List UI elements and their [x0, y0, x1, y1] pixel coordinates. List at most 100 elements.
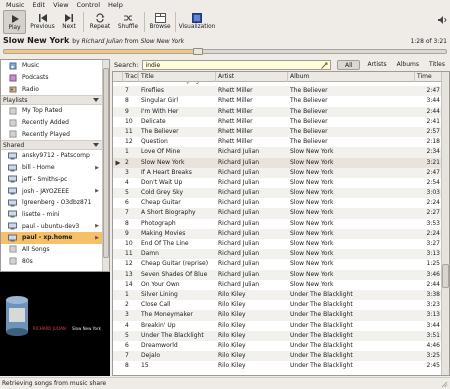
shared-item[interactable]: ansky9712 - Patscomp	[1, 150, 103, 162]
table-row[interactable]: 10 End Of The Line Richard Julian Slow New …	[113, 239, 442, 249]
track-artist: Rilo Kiley	[218, 331, 246, 339]
table-row[interactable]: 12 Question Rhett Miller The Believer 2:18	[113, 137, 442, 147]
table-row[interactable]: 12 Cheap Guitar (reprise) Richard Julian Sl…	[113, 259, 442, 269]
repeat-button[interactable]: Repeat	[88, 10, 112, 34]
playlists-item[interactable]: My Top Rated	[1, 105, 103, 117]
track-list-scroll-thumb[interactable]	[442, 264, 449, 288]
column-header-track[interactable]: Track	[123, 72, 139, 82]
table-row[interactable]: 6 Dreamworld Rilo Kiley Under The Blackligh…	[113, 341, 442, 351]
shared-item[interactable]: 80s	[1, 255, 103, 267]
column-header-album[interactable]: Album	[288, 72, 415, 82]
track-artist: Rhett Miller	[218, 87, 253, 95]
collapse-icon[interactable]	[93, 143, 99, 150]
column-header-title[interactable]: Title	[139, 72, 216, 82]
playlists-header[interactable]: Playlists	[1, 95, 103, 106]
filter-titles[interactable]: Titles	[424, 60, 450, 70]
share-icon	[8, 234, 17, 242]
expand-arrow-icon[interactable]: ▶	[95, 165, 99, 171]
track-album: Under The Blacklight	[290, 331, 353, 339]
table-row[interactable]: 8 Photograph Richard Julian Slow New York 3:…	[113, 219, 442, 229]
collapse-icon[interactable]	[93, 98, 99, 105]
table-row[interactable]: 7 Fireflies Rhett Miller The Believer 2:47	[113, 86, 442, 97]
table-row[interactable]: 14 On Your Own Richard Julian Slow New York…	[113, 280, 442, 290]
playlists-item[interactable]: Recently Played	[1, 128, 103, 140]
library-item[interactable]: Music	[1, 60, 103, 72]
now-playing-subtitle: by Richard Julian from Slow New York	[72, 38, 184, 45]
table-row[interactable]: 9 Making Movies Richard Julian Slow New Yor…	[113, 228, 442, 239]
library-item[interactable]: Podcasts	[1, 72, 103, 84]
menu-view[interactable]: View	[49, 0, 72, 10]
seek-bar[interactable]	[3, 48, 447, 55]
column-header-playing[interactable]	[113, 72, 123, 82]
column-header-time[interactable]: Time	[415, 72, 442, 82]
track-artist: Richard Julian	[218, 209, 260, 217]
table-row[interactable]: 2 Slow New York Richard Julian Slow New Yor…	[113, 157, 442, 168]
table-row[interactable]: 7 A Short Biography Richard Julian Slow New…	[113, 208, 442, 219]
table-row[interactable]: 8 15 Rilo Kiley Under The Blacklight 2:45	[113, 361, 442, 371]
playing-cell	[113, 198, 123, 208]
library-item[interactable]: Radio	[1, 83, 103, 95]
menu-help[interactable]: Help	[104, 0, 127, 10]
next-button[interactable]: Next	[59, 10, 79, 34]
track-album: Slow New York	[290, 199, 334, 207]
shared-item[interactable]: bill - Home ▶	[1, 162, 103, 174]
track-number: 8	[125, 97, 129, 105]
resize-grip-icon[interactable]	[440, 380, 448, 388]
expand-arrow-icon[interactable]: ▶	[95, 235, 99, 241]
shared-item[interactable]: lisette - mini	[1, 209, 103, 221]
table-row[interactable]: 5 Cold Grey Sky Richard Julian Slow New Yor…	[113, 188, 442, 199]
visualization-button[interactable]: Visualization	[179, 10, 215, 34]
volume-icon[interactable]	[437, 15, 447, 25]
shared-item[interactable]: lgreenberg - O3dbz871	[1, 197, 103, 209]
table-row[interactable]: 5 Under The Blacklight Rilo Kiley Under The…	[113, 330, 442, 341]
table-row[interactable]: 9 I'm With Her Rhett Miller The Believer 2:4…	[113, 106, 442, 117]
play-button[interactable]: Play	[3, 10, 26, 34]
filter-artists[interactable]: Artists	[362, 60, 391, 70]
table-row[interactable]: 2 Close Call Rilo Kiley Under The Blackligh…	[113, 300, 442, 310]
track-artist: Rilo Kiley	[218, 301, 246, 309]
shared-item[interactable]: josh - JAYOZEEE ▶	[1, 185, 103, 197]
table-row[interactable]: 4 Breakin' Up Rilo Kiley Under The Blacklig…	[113, 321, 442, 331]
column-header-artist[interactable]: Artist	[216, 72, 288, 82]
table-row[interactable]: 3 If A Heart Breaks Richard Julian Slow New…	[113, 167, 442, 178]
menu-control[interactable]: Control	[73, 0, 105, 10]
menu-music[interactable]: Music	[2, 0, 29, 10]
table-row[interactable]: 6 Cheap Guitar Richard Julian Slow New York…	[113, 198, 442, 208]
table-row[interactable]: 3 The Moneymaker Rilo Kiley Under The Black…	[113, 310, 442, 321]
clear-search-icon[interactable]	[321, 62, 328, 69]
track-album: Slow New York	[290, 189, 334, 197]
search-input[interactable]: indie	[141, 60, 331, 70]
track-rows: Forever She's LyingRhett MillerThe Belie…	[113, 76, 442, 371]
shuffle-button[interactable]: Shuffle	[116, 10, 140, 34]
shared-item[interactable]: All Songs	[1, 244, 103, 256]
sidebar-scroll-thumb[interactable]	[103, 68, 109, 258]
filter-albums[interactable]: Albums	[392, 60, 424, 70]
table-row[interactable]: 1 Love Of Mine Richard Julian Slow New York…	[113, 147, 442, 158]
seek-handle[interactable]	[192, 48, 203, 55]
track-time: 3:53	[426, 219, 440, 227]
shared-header[interactable]: Shared	[1, 140, 103, 151]
track-time: 3:44	[426, 321, 440, 329]
shared-item[interactable]: jeff - Smiths-pc	[1, 174, 103, 186]
track-time: 2:24	[426, 199, 440, 207]
previous-button[interactable]: Previous	[30, 10, 55, 34]
table-row[interactable]: 4 Don't Wait Up Richard Julian Slow New Yor…	[113, 178, 442, 188]
table-row[interactable]: 7 Dejalo Rilo Kiley Under The Blacklight 3:2…	[113, 351, 442, 362]
shared-item[interactable]: paul - xp.home ▶	[1, 231, 103, 244]
expand-arrow-icon[interactable]: ▶	[95, 223, 99, 229]
sidebar-scrollbar[interactable]	[102, 60, 109, 271]
playlists-item[interactable]: Recently Added	[1, 117, 103, 129]
table-row[interactable]: 1 Silver Lining Rilo Kiley Under The Blackl…	[113, 289, 442, 301]
table-row[interactable]: 10 Delicate Rhett Miller The Believer 2:41	[113, 117, 442, 127]
browse-button[interactable]: Browse	[149, 10, 171, 34]
table-row[interactable]: 8 Singular Girl Rhett Miller The Believer 3:…	[113, 96, 442, 106]
expand-arrow-icon[interactable]: ▶	[95, 188, 99, 194]
track-list-scrollbar[interactable]	[441, 72, 449, 375]
table-row[interactable]: 13 Seven Shades Of Blue Richard Julian Slow…	[113, 269, 442, 280]
track-album: Slow New York	[290, 250, 334, 258]
table-row[interactable]: 11 The Believer Rhett Miller The Believer 2:…	[113, 126, 442, 138]
shared-item[interactable]: paul - ubuntu-dev3 ▶	[1, 220, 103, 232]
filter-all[interactable]: All	[337, 60, 361, 70]
table-row[interactable]: 11 Damn Richard Julian Slow New York 3:13	[113, 249, 442, 260]
menu-edit[interactable]: Edit	[29, 0, 50, 10]
